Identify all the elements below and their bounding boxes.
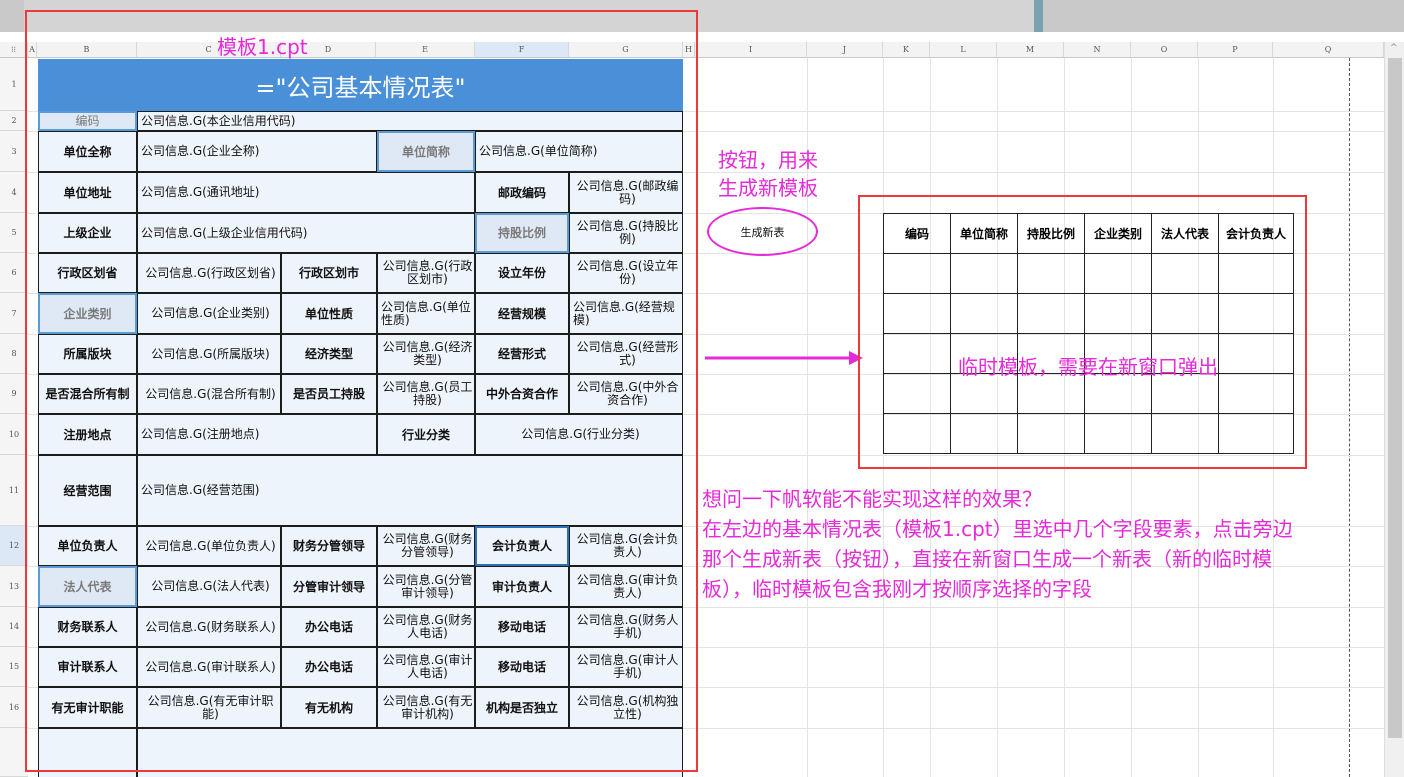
- row-header-3[interactable]: 3: [0, 131, 28, 172]
- question-text: 想问一下帆软能不能实现这样的效果？ 在左边的基本情况表（模板1.cpt）里选中几…: [702, 484, 1382, 604]
- button-note: 按钮，用来 生成新模板: [718, 146, 818, 202]
- row-header-5[interactable]: 5: [0, 213, 28, 253]
- header-cell[interactable]: 企业类别: [1084, 213, 1152, 254]
- table-cell[interactable]: [883, 333, 951, 374]
- col-header-n[interactable]: N: [1064, 42, 1131, 58]
- col-header-q[interactable]: Q: [1273, 42, 1384, 58]
- table-cell[interactable]: [1218, 293, 1294, 334]
- row-header-16[interactable]: 16: [0, 687, 28, 728]
- col-header-k[interactable]: K: [883, 42, 930, 58]
- table-cell[interactable]: [1151, 413, 1219, 454]
- col-header-m[interactable]: M: [997, 42, 1064, 58]
- table-row: [883, 253, 1294, 294]
- scroll-up-icon[interactable]: ^: [1390, 43, 1398, 53]
- table-cell[interactable]: [1218, 333, 1294, 374]
- row-header-17[interactable]: [0, 728, 28, 777]
- row-header-12[interactable]: 12: [0, 526, 28, 566]
- row-header-6[interactable]: 6: [0, 253, 28, 293]
- row-header-8[interactable]: 8: [0, 334, 28, 374]
- row-header-1[interactable]: 1: [0, 58, 28, 111]
- col-header-i[interactable]: I: [695, 42, 807, 58]
- table-cell[interactable]: [1084, 413, 1152, 454]
- template-label: 模板1.cpt: [217, 35, 308, 59]
- button-note-line-2: 生成新模板: [718, 176, 818, 200]
- toolbar-divider: [1034, 0, 1043, 32]
- table-cell[interactable]: [1151, 293, 1219, 334]
- table-cell[interactable]: [1084, 253, 1152, 294]
- vertical-scrollbar[interactable]: ^: [1384, 42, 1404, 777]
- row-header-2[interactable]: 2: [0, 111, 28, 131]
- row-header-7[interactable]: 7: [0, 293, 28, 334]
- button-note-line-1: 按钮，用来: [718, 148, 818, 172]
- header-cell[interactable]: 单位简称: [950, 213, 1018, 254]
- question-line-4: 板），临时模板包含我刚才按顺序选择的字段: [702, 577, 1092, 601]
- temp-template-table: 编码 单位简称 持股比例 企业类别 法人代表 会计负责人: [883, 213, 1294, 454]
- row-header-13[interactable]: 13: [0, 566, 28, 607]
- table-cell[interactable]: [1084, 293, 1152, 334]
- arrow-right-icon: [705, 351, 863, 365]
- header-cell[interactable]: 编码: [883, 213, 951, 254]
- table-row: [883, 293, 1294, 334]
- row-header-11[interactable]: 11: [0, 455, 28, 526]
- header-cell[interactable]: 持股比例: [1017, 213, 1085, 254]
- row-header-4[interactable]: 4: [0, 172, 28, 213]
- sheet-corner[interactable]: ⁝⁝: [0, 42, 28, 58]
- question-line-1: 想问一下帆软能不能实现这样的效果？: [702, 487, 1042, 511]
- table-cell[interactable]: [883, 253, 951, 294]
- table-cell[interactable]: [1218, 373, 1294, 414]
- table-cell[interactable]: [950, 413, 1018, 454]
- col-header-p[interactable]: P: [1198, 42, 1273, 58]
- table-cell[interactable]: [950, 293, 1018, 334]
- table-cell[interactable]: [883, 373, 951, 414]
- table-cell[interactable]: [1218, 413, 1294, 454]
- header-cell[interactable]: 法人代表: [1151, 213, 1219, 254]
- table-cell[interactable]: [1151, 253, 1219, 294]
- table-cell[interactable]: [1017, 413, 1085, 454]
- col-header-o[interactable]: O: [1131, 42, 1198, 58]
- row-header-15[interactable]: 15: [0, 647, 28, 687]
- table-cell[interactable]: [950, 253, 1018, 294]
- table-cell[interactable]: [1218, 253, 1294, 294]
- table-cell[interactable]: [883, 293, 951, 334]
- temp-template-note: 临时模板，需要在新窗口弹出: [958, 355, 1218, 379]
- row-header-9[interactable]: 9: [0, 374, 28, 414]
- row-header-14[interactable]: 14: [0, 607, 28, 647]
- scrollbar-thumb[interactable]: [1388, 58, 1402, 738]
- table-cell[interactable]: [883, 413, 951, 454]
- table-row: [883, 413, 1294, 454]
- table-row: 编码 单位简称 持股比例 企业类别 法人代表 会计负责人: [883, 213, 1294, 254]
- page-break-line: [1349, 58, 1350, 777]
- question-line-2: 在左边的基本情况表（模板1.cpt）里选中几个字段要素，点击旁边: [702, 517, 1293, 541]
- row-header-10[interactable]: 10: [0, 414, 28, 455]
- generate-new-table-button[interactable]: 生成新表: [707, 207, 818, 256]
- header-cell[interactable]: 会计负责人: [1218, 213, 1294, 254]
- col-header-l[interactable]: L: [930, 42, 997, 58]
- table-cell[interactable]: [1017, 293, 1085, 334]
- question-line-3: 那个生成新表（按钮），直接在新窗口生成一个新表（新的临时模: [702, 547, 1272, 571]
- col-header-j[interactable]: J: [807, 42, 883, 58]
- template-highlight-box: [25, 10, 698, 772]
- table-cell[interactable]: [1017, 253, 1085, 294]
